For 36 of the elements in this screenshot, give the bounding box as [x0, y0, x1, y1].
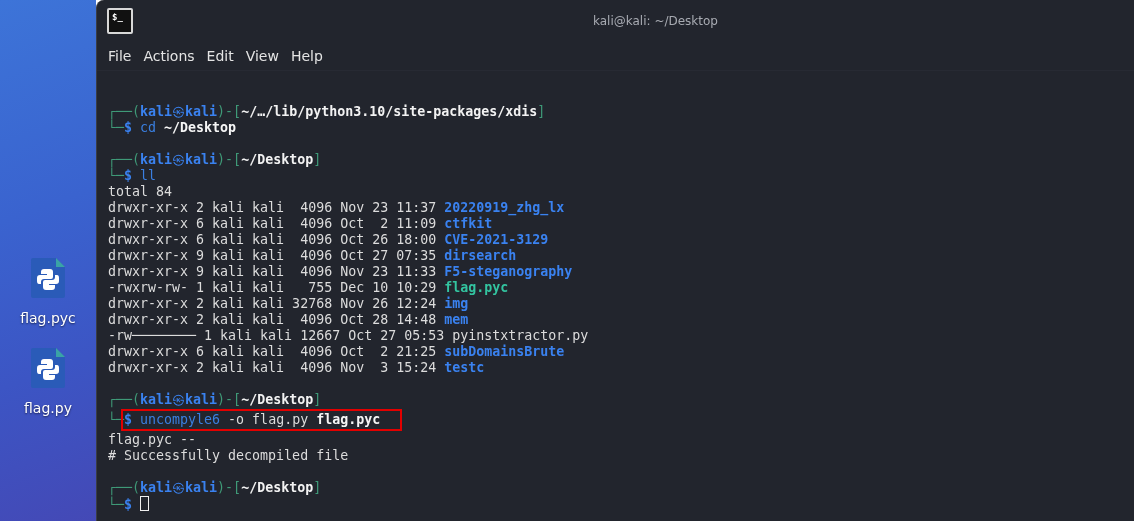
menu-item[interactable]: Help	[285, 48, 328, 64]
prompt-frame: └─	[108, 120, 124, 135]
menu-item[interactable]: Actions	[138, 48, 200, 64]
output-line: flag.pyc --	[108, 432, 198, 448]
python-file-icon[interactable]	[31, 258, 65, 298]
terminal-icon[interactable]: $_	[107, 8, 133, 34]
command-text: $ ll	[124, 168, 157, 183]
menu-item[interactable]: File	[103, 48, 137, 64]
command-text: $	[124, 497, 133, 512]
listing-row-text: drwxr-xr-x 2 kali kali 4096 Nov 23 11:37 20220919_zhg_lx	[108, 200, 566, 216]
menu-item[interactable]: View	[240, 48, 284, 64]
prompt-line: ┌──(kali㉿kali)-[~/Desktop]	[108, 152, 323, 168]
listing-row-text: drwxr-xr-x 6 kali kali 4096 Oct 2 11:09 ctfkit	[108, 216, 493, 232]
menu-item[interactable]: Edit	[201, 48, 239, 64]
prompt-line: ┌──(kali㉿kali)-[~/Desktop]	[108, 480, 323, 496]
command-text: $ cd ~/Desktop	[124, 120, 237, 135]
file-label: flag.py	[24, 400, 72, 416]
listing-row-text: drwxr-xr-x 9 kali kali 4096 Nov 23 11:33 F5-steganography	[108, 264, 574, 280]
listing-row-text: -rw──────── 1 kali kali 12667 Oct 27 05:53 pyinstxtractor.py	[108, 328, 590, 344]
listing-row-text: drwxr-xr-x 2 kali kali 32768 Nov 26 12:24 img	[108, 296, 470, 312]
listing-row-text: drwxr-xr-x 9 kali kali 4096 Oct 27 07:35 dirsearch	[108, 248, 518, 264]
listing-row-text: drwxr-xr-x 2 kali kali 4096 Oct 28 14:48 mem	[108, 312, 470, 328]
prompt-line: ┌──(kali㉿kali)-[~/Desktop]	[108, 392, 323, 408]
prompt-frame: └─	[108, 168, 124, 183]
listing-row-text: drwxr-xr-x 2 kali kali 4096 Nov 3 15:24 testc	[108, 360, 486, 376]
output-line: total 84	[108, 184, 174, 200]
window-title: kali@kali: ~/Desktop	[593, 14, 718, 28]
file-label: flag.pyc	[20, 310, 76, 326]
listing-row-text: drwxr-xr-x 6 kali kali 4096 Oct 2 21:25 subDomainsBrute	[108, 344, 566, 360]
listing-row-text: drwxr-xr-x 6 kali kali 4096 Oct 26 18:00 CVE-2021-3129	[108, 232, 550, 248]
prompt-frame: └─	[108, 497, 124, 512]
prompt-line: ┌──(kali㉿kali)-[~/…/lib/python3.10/site-packages/xdis]	[108, 104, 547, 120]
python-file-icon[interactable]	[31, 348, 65, 388]
output-line: # Successfully decompiled file	[108, 448, 350, 464]
listing-row-text: -rwxrw-rw- 1 kali kali 755 Dec 10 10:29 flag.pyc	[108, 280, 510, 296]
command-text: $ uncompyle6 -o flag.py flag.pyc	[124, 412, 381, 427]
